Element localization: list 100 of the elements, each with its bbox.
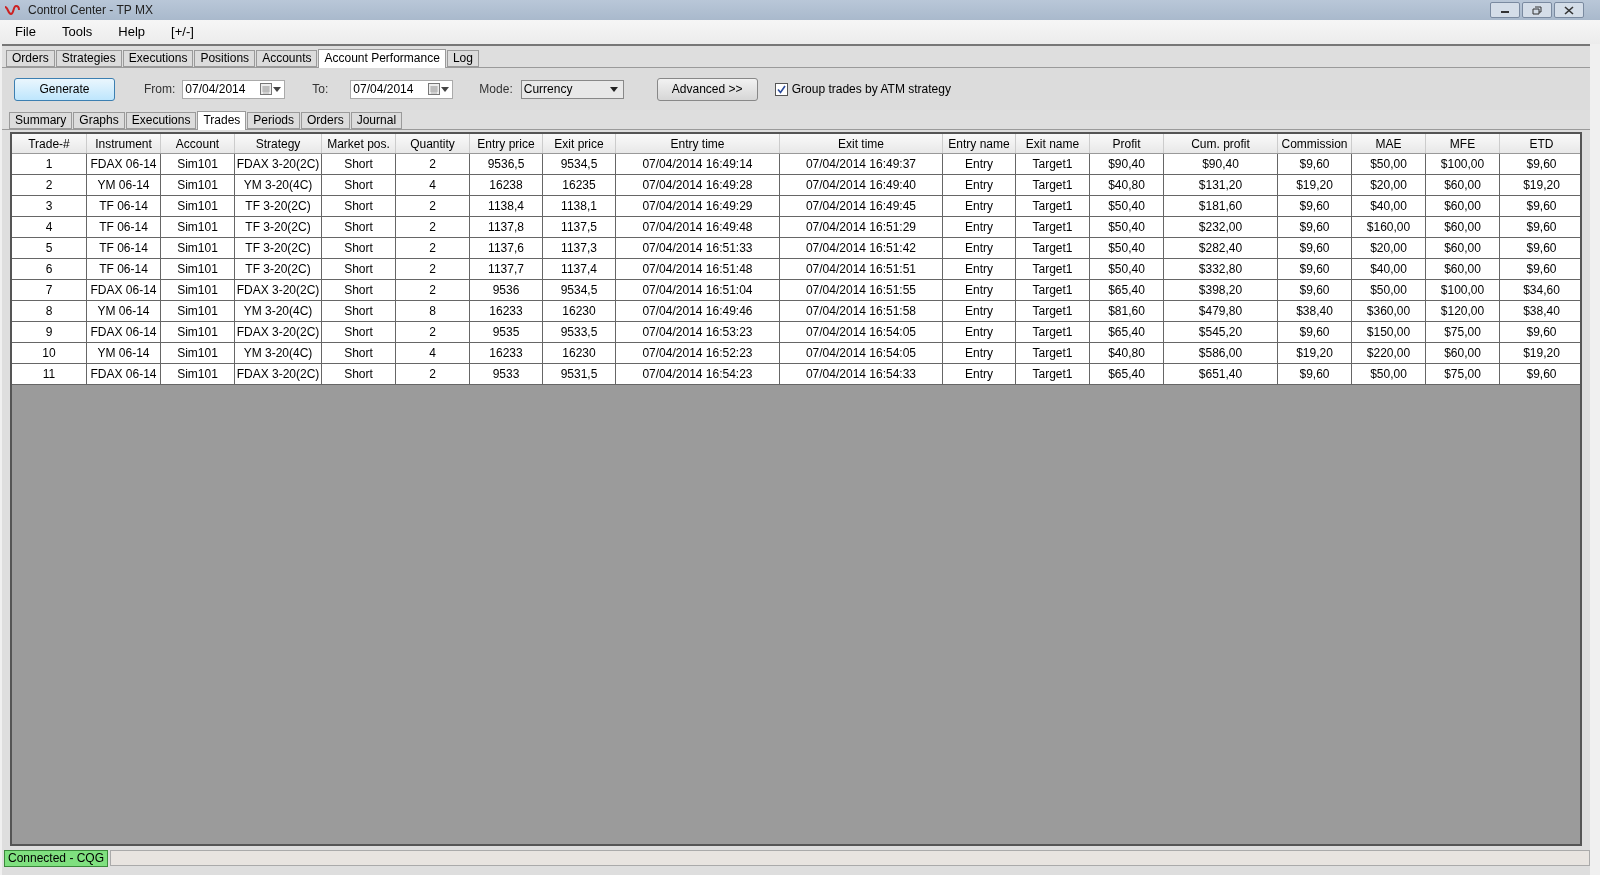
close-button[interactable] [1554,2,1584,18]
menu-item[interactable]: Tools [61,22,93,42]
tab[interactable]: Accounts [256,50,318,67]
column-header[interactable]: Entry price [470,134,543,153]
menu-item[interactable]: File [15,22,36,42]
tab[interactable]: Orders [6,50,55,67]
table-cell: 2 [396,196,470,216]
column-header[interactable]: MFE [1426,134,1500,153]
column-header[interactable]: MAE [1352,134,1426,153]
column-header[interactable]: Entry name [943,134,1016,153]
menu-item[interactable]: Help [118,22,146,42]
advanced-button[interactable]: Advanced >> [656,77,758,101]
table-cell: 9531,5 [543,364,616,384]
table-cell: 2 [12,175,87,195]
table-cell: TF 3-20(2C) [235,217,322,237]
table-cell: $9,60 [1278,280,1352,300]
table-cell: $19,20 [1278,343,1352,363]
tab[interactable]: Positions [194,50,256,67]
table-cell: 07/04/2014 16:54:23 [616,364,780,384]
tab[interactable]: Log [446,50,479,67]
column-header[interactable]: Exit price [543,134,616,153]
table-cell: $651,40 [1164,364,1278,384]
column-header[interactable]: Exit name [1016,134,1090,153]
window-title: Control Center - TP MX [28,2,153,19]
table-cell: FDAX 06-14 [87,322,161,342]
from-date-field[interactable]: 07/04/2014 [182,79,286,99]
table-cell: Short [322,322,396,342]
table-cell: $75,00 [1426,322,1500,342]
column-header[interactable]: ETD [1500,134,1580,153]
column-header[interactable]: Trade-# [12,134,87,153]
table-cell: Target1 [1016,196,1090,216]
table-cell: TF 3-20(2C) [235,259,322,279]
table-cell: Target1 [1016,217,1090,237]
table-cell: 2 [396,364,470,384]
tab[interactable]: Journal [350,112,403,129]
mode-label: Mode: [479,81,513,98]
tab[interactable]: Executions [122,50,194,67]
mode-dropdown[interactable]: Currency [520,79,624,99]
column-header[interactable]: Commission [1278,134,1352,153]
table-cell: $50,00 [1352,364,1426,384]
table-cell: $40,80 [1090,175,1164,195]
column-header[interactable]: Instrument [87,134,161,153]
table-cell: $9,60 [1500,322,1580,342]
table-cell: 2 [396,154,470,174]
table-cell: Entry [943,238,1016,258]
table-cell: Short [322,364,396,384]
table-cell: TF 06-14 [87,217,161,237]
table-cell: 10 [12,343,87,363]
table-cell: YM 06-14 [87,301,161,321]
table-cell: $100,00 [1426,280,1500,300]
menu-item[interactable]: [+/-] [171,22,194,42]
minimize-button[interactable] [1490,2,1520,18]
table-cell: FDAX 3-20(2C) [235,322,322,342]
column-header[interactable]: Quantity [396,134,470,153]
tab[interactable]: Strategies [55,50,122,67]
tab[interactable]: Orders [301,112,350,129]
calendar-dropdown-icon[interactable] [260,83,282,95]
table-cell: $38,40 [1500,301,1580,321]
table-cell: $545,20 [1164,322,1278,342]
table-cell: $9,60 [1500,154,1580,174]
generate-button[interactable]: Generate [14,77,115,101]
table-cell: $160,00 [1352,217,1426,237]
tab[interactable]: Summary [9,112,73,129]
column-header[interactable]: Entry time [616,134,780,153]
table-cell: 8 [12,301,87,321]
table-cell: 07/04/2014 16:51:04 [616,280,780,300]
to-date-field[interactable]: 07/04/2014 [350,79,454,99]
table-cell: 2 [396,238,470,258]
column-header[interactable]: Cum. profit [1164,134,1278,153]
table-cell: $9,60 [1500,364,1580,384]
tab[interactable]: Periods [247,112,300,129]
table-cell: $34,60 [1500,280,1580,300]
checkbox-label: Group trades by ATM strategy [791,81,951,98]
table-cell: 07/04/2014 16:49:14 [616,154,780,174]
table-cell: Entry [943,217,1016,237]
table-cell: $65,40 [1090,280,1164,300]
table-cell: $9,60 [1500,259,1580,279]
tab[interactable]: Graphs [73,112,125,129]
column-header[interactable]: Account [161,134,235,153]
checkbox[interactable] [774,82,788,96]
column-header[interactable]: Profit [1090,134,1164,153]
tab[interactable]: Executions [125,112,197,129]
column-header[interactable]: Market pos. [322,134,396,153]
column-header[interactable]: Exit time [780,134,943,153]
table-cell: $81,60 [1090,301,1164,321]
table-cell: 07/04/2014 16:51:55 [780,280,943,300]
calendar-dropdown-icon[interactable] [428,83,450,95]
table-cell: 16233 [470,343,543,363]
table-cell: TF 06-14 [87,259,161,279]
table-cell: 1137,6 [470,238,543,258]
table-cell: Short [322,259,396,279]
table-cell: $38,40 [1278,301,1352,321]
table-cell: YM 3-20(4C) [235,301,322,321]
column-header[interactable]: Strategy [235,134,322,153]
table-cell: 16233 [470,301,543,321]
table-cell: $9,60 [1500,217,1580,237]
table-cell: Target1 [1016,154,1090,174]
table-cell: 07/04/2014 16:51:51 [780,259,943,279]
tab[interactable]: Trades [197,111,247,130]
tab[interactable]: Account Performance [318,49,446,68]
